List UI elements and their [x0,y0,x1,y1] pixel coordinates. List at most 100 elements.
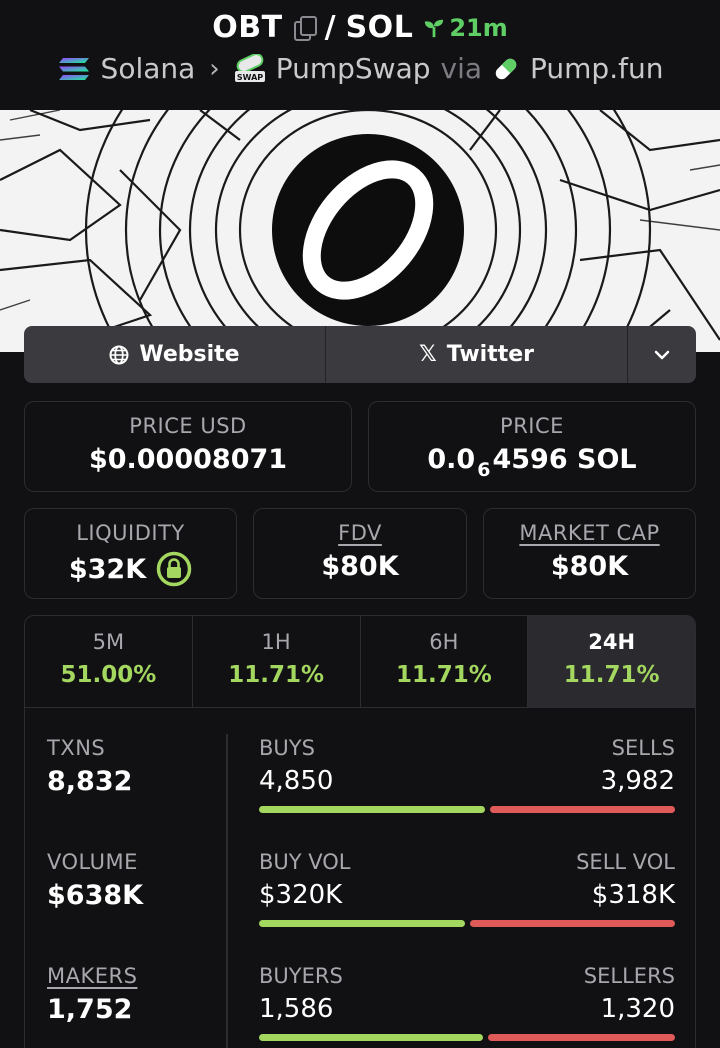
market-cap-card: MARKET CAP $80K [483,508,696,599]
sells-bar-fill [489,806,675,813]
copy-icon[interactable] [293,15,317,41]
launchpad-link[interactable]: Pump.fun [530,52,663,85]
price-usd-value: $0.00008071 [88,444,288,475]
price-native-value: 0.0 6 4596 SOL [369,444,695,481]
liquidity-value: $32K [68,553,147,585]
timeframe-tabs: 5M 51.00% 1H 11.71% 6H 11.71% 24H 11.71% [25,616,695,708]
market-cap-value: $80K [550,551,629,582]
solana-icon [58,57,89,80]
tab-label: 24H [588,630,636,654]
volume-value: $638K [47,880,144,911]
tab-1h[interactable]: 1H 11.71% [193,616,361,707]
liquidity-card: LIQUIDITY $32K [24,508,237,599]
website-button[interactable]: Website [24,326,326,383]
price-digits: 4596 SOL [492,444,637,475]
chevron-down-icon [654,350,670,359]
buyers-bar-fill [259,1034,484,1041]
price-zero-count: 6 [477,458,491,481]
column-divider [226,734,228,1048]
buyers-sellers-bar [259,1034,675,1041]
chain-link[interactable]: Solana [101,52,196,85]
banner-graphic [0,110,720,352]
activity-panel: 5M 51.00% 1H 11.71% 6H 11.71% 24H 11.71%… [24,615,696,1048]
social-links-bar: Website 𝕏 Twitter [24,326,696,383]
token-pair-screen: OBT / SOL 21m Solana › SWAP PumpSwap via… [0,0,720,1048]
sells-value: 3,982 [600,766,675,796]
liquidity-label: LIQUIDITY [76,521,185,545]
txns-stat: TXNS 8,832 [47,736,217,797]
pumpswap-icon-text: SWAP [237,73,263,82]
buyers-sellers-stat: BUYERS SELLERS 1,586 1,320 [259,964,675,1041]
liquidity-value-row: $32K [25,551,236,587]
buy-sell-volume-stat: BUY VOL SELL VOL $320K $318K [259,850,675,927]
market-cap-label[interactable]: MARKET CAP [484,521,695,545]
price-usd-label: PRICE USD [129,414,247,438]
buyers-value: 1,586 [259,994,334,1024]
globe-icon [109,345,129,364]
pair-age: 21m [423,13,508,42]
dex-link[interactable]: PumpSwap [276,52,431,85]
tab-change: 11.71% [563,662,660,688]
token-logo [272,134,464,326]
chevron-right-icon: › [209,53,220,84]
sellers-bar-fill [488,1034,675,1041]
price-prefix: 0.0 [427,444,476,475]
tab-change: 11.71% [228,662,325,688]
x-logo-icon: 𝕏 [419,342,437,367]
tab-label: 1H [261,630,291,654]
buys-label: BUYS [259,736,315,760]
sell-vol-label: SELL VOL [576,850,675,874]
sprout-icon [425,19,444,37]
sell-vol-bar-fill [470,920,675,927]
pair-title: OBT / SOL 21m [0,10,720,45]
makers-stat: MAKERS 1,752 [47,964,217,1025]
buyers-label: BUYERS [259,964,343,988]
pair-separator: / [324,10,336,45]
buys-sells-bar [259,806,675,813]
volume-bar [259,920,675,927]
buys-value: 4,850 [259,766,334,796]
price-native-card: PRICE 0.0 6 4596 SOL [368,401,696,492]
buys-bar-fill [259,806,485,813]
more-links-button[interactable] [628,326,696,383]
txns-value: 8,832 [47,766,133,797]
pumpfun-pill-icon [495,58,517,79]
fdv-value: $80K [321,551,399,582]
buy-vol-bar-fill [259,920,466,927]
volume-label: VOLUME [47,850,138,874]
buy-vol-label: BUY VOL [259,850,351,874]
tab-6h[interactable]: 6H 11.71% [361,616,529,707]
tab-24h[interactable]: 24H 11.71% [528,616,695,707]
volume-stat: VOLUME $638K [47,850,217,911]
fdv-card: FDV $80K [253,508,467,599]
route-breadcrumb: Solana › SWAP PumpSwap via Pump.fun [0,52,720,85]
buy-vol-value: $320K [259,880,343,910]
age-value: 21m [449,13,508,42]
buys-sells-stat: BUYS SELLS 4,850 3,982 [259,736,675,813]
fdv-label[interactable]: FDV [254,521,466,545]
website-label: Website [139,342,240,367]
sellers-value: 1,320 [600,994,675,1024]
txns-label: TXNS [47,736,106,760]
lock-icon[interactable] [156,551,192,587]
twitter-button[interactable]: 𝕏 Twitter [326,326,628,383]
pumpswap-icon: SWAP [234,53,265,82]
sellers-label: SELLERS [583,964,675,988]
sell-vol-value: $318K [591,880,675,910]
makers-value: 1,752 [47,994,133,1025]
tab-5m[interactable]: 5M 51.00% [25,616,193,707]
tab-label: 6H [429,630,459,654]
tab-change: 51.00% [60,662,157,688]
twitter-label: Twitter [446,342,534,367]
makers-label[interactable]: MAKERS [47,964,217,988]
tab-change: 11.71% [395,662,492,688]
price-usd-card: PRICE USD $0.00008071 [24,401,352,492]
pair-header: OBT / SOL 21m Solana › SWAP PumpSwap via… [0,0,720,110]
tab-label: 5M [92,630,125,654]
token-banner [0,110,720,352]
via-label: via [440,52,483,85]
price-native-label: PRICE [500,414,564,438]
sells-label: SELLS [611,736,675,760]
base-symbol: OBT [212,10,283,45]
quote-symbol: SOL [345,10,414,45]
